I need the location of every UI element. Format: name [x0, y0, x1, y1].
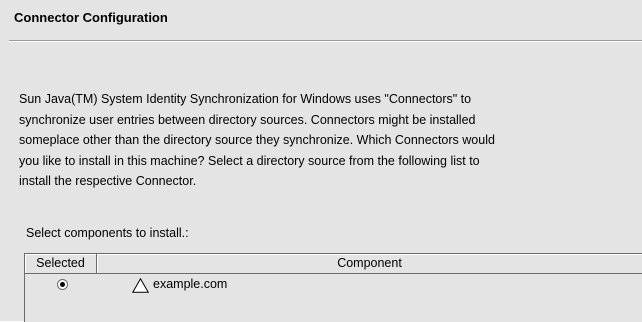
- description-text: Sun Java(TM) System Identity Synchroniza…: [19, 89, 631, 192]
- description-line: Sun Java(TM) System Identity Synchroniza…: [19, 92, 472, 106]
- column-header-selected[interactable]: Selected: [25, 254, 97, 274]
- table-header: Selected Component: [25, 254, 642, 274]
- select-components-label: Select components to install.:: [26, 226, 189, 240]
- description-line: you like to install in this machine? Sel…: [19, 153, 480, 168]
- description-line: synchronize user entries between directo…: [19, 112, 476, 127]
- column-header-component[interactable]: Component: [97, 254, 642, 274]
- warning-triangle-icon: [132, 278, 149, 293]
- components-table: Selected Component example.com: [24, 253, 642, 322]
- table-row[interactable]: example.com: [25, 274, 642, 296]
- description-line: install the respective Connector.: [19, 174, 197, 188]
- component-radio-button[interactable]: [57, 279, 68, 290]
- panel-title: Connector Configuration: [14, 10, 168, 25]
- component-name: example.com: [153, 277, 228, 291]
- radio-selected-dot: [60, 282, 65, 287]
- panel-header: Connector Configuration: [9, 0, 642, 40]
- description-line: someplace other than the directory sourc…: [19, 133, 495, 147]
